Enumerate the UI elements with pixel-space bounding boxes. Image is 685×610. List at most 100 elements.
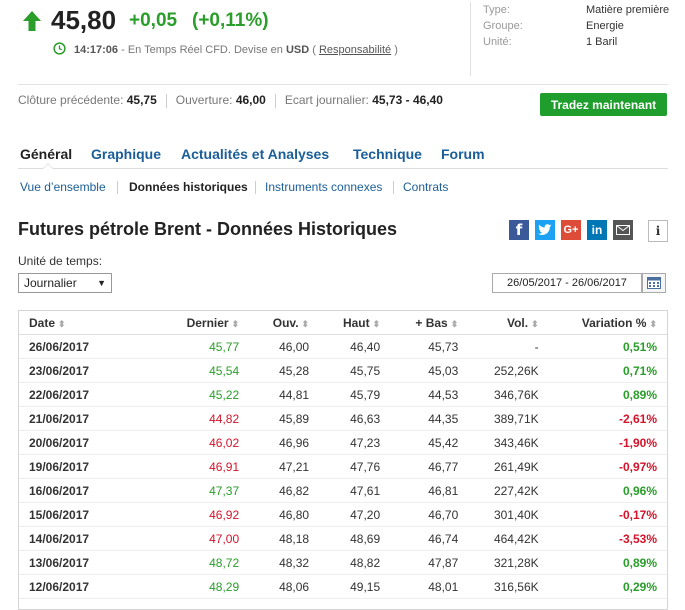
cell-open: 45,28: [249, 358, 320, 383]
price-up-arrow-icon: [23, 11, 41, 31]
table-row: 23/06/2017 45,54 45,28 45,75 45,03 252,26K 0,7…: [19, 358, 667, 383]
cell-volume: 389,71K: [468, 406, 549, 431]
table-row: 12/06/2017 48,29 48,06 49,15 48,01 316,56K 0,2…: [19, 574, 667, 599]
stats-separator: [274, 93, 276, 108]
cell-open: 46,82: [249, 478, 320, 503]
facebook-icon[interactable]: f: [509, 220, 529, 240]
subtab-separator: [393, 181, 394, 194]
tab-forum[interactable]: Forum: [441, 146, 485, 162]
cell-date: 26/06/2017: [19, 334, 159, 359]
header-date[interactable]: Date ⬍: [19, 311, 159, 335]
cell-open: 48,06: [249, 574, 320, 599]
day-range-value: 45,73 - 46,40: [372, 93, 443, 107]
cell-low: 45,42: [390, 430, 469, 455]
stats-separator: [165, 93, 167, 108]
header-change-percent[interactable]: Variation % ⬍: [548, 311, 667, 335]
tabs-divider: [18, 168, 668, 169]
table-row: 16/06/2017 47,37 46,82 47,61 46,81 227,42K 0,9…: [19, 478, 667, 503]
cell-last: 47,37: [159, 478, 250, 503]
cell-open: 45,89: [249, 406, 320, 431]
cell-date: 15/06/2017: [19, 502, 159, 527]
cell-last: 44,82: [159, 406, 250, 431]
prev-close-value: 45,75: [126, 93, 157, 107]
cell-change-percent: 0,96%: [548, 478, 667, 503]
cell-last: 46,92: [159, 502, 250, 527]
time-unit-select[interactable]: Journalier ▼: [18, 273, 112, 293]
info-icon[interactable]: i: [648, 220, 668, 242]
cell-high: 49,15: [319, 574, 391, 599]
cell-high: 46,63: [319, 406, 391, 431]
subtab-related-instruments[interactable]: Instruments connexes: [265, 180, 382, 194]
tab-news-analysis[interactable]: Actualités et Analyses: [181, 146, 329, 162]
table-header-row: Date ⬍ Dernier ⬍ Ouv. ⬍ Haut ⬍ + Bas ⬍ Vol. ⬍ …: [19, 311, 667, 335]
cell-last: 45,22: [159, 382, 250, 407]
cell-low: 44,35: [390, 406, 469, 431]
cell-date: 20/06/2017: [19, 430, 159, 455]
cell-change-percent: 0,51%: [548, 334, 667, 359]
meta-type-value: Matière première: [586, 4, 670, 16]
subtab-contracts[interactable]: Contrats: [403, 180, 448, 194]
subtab-historical-data[interactable]: Données historiques: [129, 180, 248, 194]
cell-change-percent: 0,29%: [548, 574, 667, 599]
cell-date: 14/06/2017: [19, 526, 159, 551]
cell-open: 47,21: [249, 454, 320, 479]
sort-icon: ⬍: [372, 318, 381, 329]
cell-last: 46,91: [159, 454, 250, 479]
cell-low: 46,74: [390, 526, 469, 551]
last-price: 45,80: [51, 5, 117, 35]
day-range-label: Ecart journalier:: [284, 93, 369, 107]
table-row: 14/06/2017 47,00 48,18 48,69 46,74 464,42K -3,…: [19, 526, 667, 551]
header-last[interactable]: Dernier ⬍: [159, 311, 250, 335]
cell-date: 21/06/2017: [19, 406, 159, 431]
header-open[interactable]: Ouv. ⬍: [249, 311, 320, 335]
cell-change-percent: -3,53%: [548, 526, 667, 551]
cell-high: 47,76: [319, 454, 391, 479]
cell-volume: 464,42K: [468, 526, 549, 551]
cell-change-percent: 0,89%: [548, 382, 667, 407]
cell-date: 16/06/2017: [19, 478, 159, 503]
header-low[interactable]: + Bas ⬍: [390, 311, 469, 335]
sort-icon: ⬍: [649, 318, 657, 329]
header-volume[interactable]: Vol. ⬍: [468, 311, 549, 335]
sort-icon: ⬍: [231, 318, 240, 329]
tab-technical[interactable]: Technique: [353, 146, 422, 162]
cell-open: 46,96: [249, 430, 320, 455]
cell-high: 46,40: [319, 334, 391, 359]
clock-icon: [53, 42, 66, 55]
cell-low: 48,01: [390, 574, 469, 599]
disclaimer-link[interactable]: Responsabilité: [319, 44, 391, 56]
header-high[interactable]: Haut ⬍: [319, 311, 391, 335]
cell-volume: 321,28K: [468, 550, 549, 575]
tab-chart[interactable]: Graphique: [91, 146, 161, 162]
active-tab-caret-inner: [43, 164, 53, 169]
cell-last: 48,72: [159, 550, 250, 575]
calendar-icon[interactable]: [642, 273, 666, 293]
cell-last: 48,29: [159, 574, 250, 599]
tab-general[interactable]: Général: [20, 146, 72, 162]
date-range-input[interactable]: 26/05/2017 - 26/06/2017: [492, 273, 642, 293]
table-row: 26/06/2017 45,77 46,00 46,40 45,73-0,51%: [19, 334, 667, 359]
currency: USD: [285, 44, 310, 56]
cell-change-percent: 0,71%: [548, 358, 667, 383]
subtab-overview[interactable]: Vue d’ensemble: [20, 180, 106, 194]
google-plus-icon[interactable]: G+: [561, 220, 581, 240]
meta-unit-value: 1 Baril: [586, 36, 618, 48]
email-icon[interactable]: [613, 220, 633, 240]
cell-date: 13/06/2017: [19, 550, 159, 575]
twitter-icon[interactable]: [535, 220, 555, 240]
cell-high: 45,79: [319, 382, 391, 407]
table-row: 20/06/2017 46,02 46,96 47,23 45,42 343,46K -1,…: [19, 430, 667, 455]
sort-icon: ⬍: [301, 318, 310, 329]
cell-low: 46,81: [390, 478, 469, 503]
cell-change-percent: -2,61%: [548, 406, 667, 431]
table-row: 15/06/2017 46,92 46,80 47,20 46,70 301,40K -0,…: [19, 502, 667, 527]
cell-low: 45,73: [390, 334, 469, 359]
linkedin-icon[interactable]: in: [587, 220, 607, 240]
cell-volume: 346,76K: [468, 382, 549, 407]
subtab-separator: [117, 181, 118, 194]
cell-change-percent: 0,89%: [548, 550, 667, 575]
paren-open: (: [309, 44, 319, 56]
cell-low: 46,77: [390, 454, 469, 479]
cell-date: 19/06/2017: [19, 454, 159, 479]
trade-now-button[interactable]: Tradez maintenant: [540, 93, 667, 116]
